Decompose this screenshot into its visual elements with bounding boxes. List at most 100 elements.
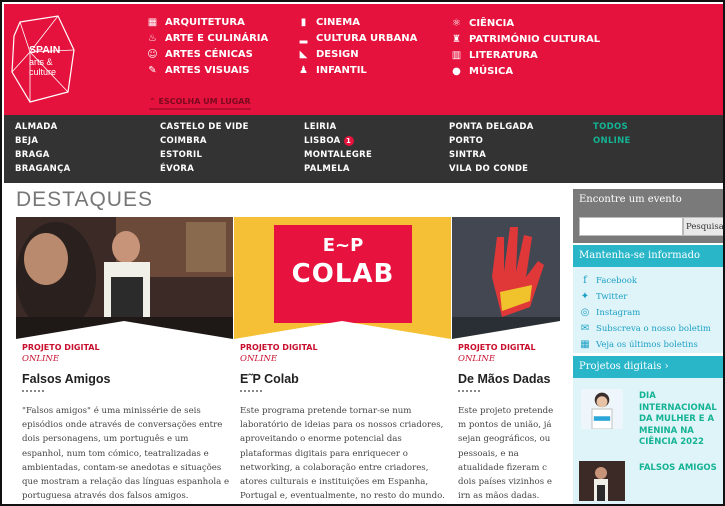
category-label: CULTURA URBANA <box>316 33 418 44</box>
child-icon: ♟ <box>299 64 308 76</box>
social-instagram-link[interactable]: ◎ Instagram <box>579 307 641 318</box>
atom-icon: ⚛ <box>452 17 461 29</box>
instagram-icon: ◎ <box>580 307 590 318</box>
city-montalegre[interactable]: MONTALEGRE <box>304 150 372 160</box>
poster-line-1: E~P <box>322 235 364 256</box>
category-arte-culinaria[interactable]: ♨ ARTE E CULINÁRIA <box>147 33 268 44</box>
city-ponta-delgada[interactable]: PONTA DELGADA <box>449 122 534 132</box>
card-sub: ONLINE <box>458 354 496 364</box>
social-label: Instagram <box>596 307 641 318</box>
city-braga[interactable]: BRAGA <box>15 150 50 160</box>
category-label: LITERATURA <box>469 50 538 61</box>
choose-place-toggle[interactable]: ⌃ ESCOLHA UM LUGAR <box>149 97 251 110</box>
category-patrimonio-cultural[interactable]: ♜ PATRIMÓNIO CULTURAL <box>451 34 600 45</box>
logo-text-culture: culture <box>29 67 57 77</box>
city-sintra[interactable]: SINTRA <box>449 150 486 160</box>
category-artes-visuais[interactable]: ✎ ARTES VISUAIS <box>147 65 249 76</box>
spain-arts-culture-logo[interactable]: SPAIN arts & culture <box>10 12 76 104</box>
category-musica[interactable]: ● MÚSICA <box>451 66 513 77</box>
city-coimbra[interactable]: COIMBRA <box>160 136 207 146</box>
city-palmela[interactable]: PALMELA <box>304 164 350 174</box>
category-cinema[interactable]: ▮ CINEMA <box>298 17 360 28</box>
poster-line-2: COLAB <box>291 259 395 289</box>
card-description: "Falsos amigos" é uma minissérie de seis… <box>22 406 230 502</box>
search-button[interactable]: Pesquisar <box>683 217 723 236</box>
city-menu: ALMADA BEJA BRAGA BRAGANÇA CASTELO DE VI… <box>4 115 723 183</box>
category-label: ARTE E CULINÁRIA <box>165 33 269 44</box>
envelope-icon: ✉ <box>580 323 590 334</box>
category-cultura-urbana[interactable]: ▂ CULTURA URBANA <box>298 32 418 44</box>
project-title[interactable]: DIA INTERNACIONAL DA MULHER E A MENINA N… <box>639 391 723 449</box>
city-leiria[interactable]: LEIRIA <box>304 122 336 132</box>
card-tag: PROJETO DIGITAL <box>240 343 318 352</box>
category-label: DESIGN <box>316 49 359 60</box>
women-in-science-thumbnail[interactable] <box>579 389 625 429</box>
choose-place-label: ESCOLHA UM LUGAR <box>158 97 251 106</box>
category-artes-cenicas[interactable]: ☺ ARTES CÉNICAS <box>147 49 253 60</box>
city-castelo-de-vide[interactable]: CASTELO DE VIDE <box>160 122 249 132</box>
category-label: MÚSICA <box>469 66 514 77</box>
book-icon: ▥ <box>451 49 462 61</box>
logo-text-arts: arts & <box>29 57 53 67</box>
facebook-icon: f <box>583 275 587 286</box>
category-label: ARQUITETURA <box>165 17 245 28</box>
city-lisboa-label: LISBOA <box>304 136 341 146</box>
social-facebook-link[interactable]: f Facebook <box>579 275 637 286</box>
project-title[interactable]: FALSOS AMIGOS <box>639 463 723 475</box>
card-tag: PROJETO DIGITAL <box>22 343 100 352</box>
card-title[interactable]: De Mãos Dadas <box>458 372 550 386</box>
social-label: Facebook <box>596 275 638 286</box>
card-sub: ONLINE <box>240 354 278 364</box>
divider <box>22 390 44 392</box>
monument-icon: ♜ <box>452 33 461 45</box>
city-beja[interactable]: BEJA <box>15 136 38 146</box>
category-design[interactable]: ◣ DESIGN <box>298 49 359 60</box>
city-lisboa[interactable]: LISBOA 1 <box>304 136 354 146</box>
card-description: Este programa pretende tornar-se num lab… <box>240 406 445 502</box>
newsletter-archive-link[interactable]: ▦ Veja os últimos boletins <box>579 339 698 350</box>
event-search-input[interactable] <box>579 217 683 236</box>
sneaker-icon: ▂ <box>299 32 308 44</box>
top-navigation: SPAIN arts & culture ▦ ARQUITETURA ♨ ARTE … <box>4 4 723 115</box>
category-infantil[interactable]: ♟ INFANTIL <box>298 65 367 76</box>
logo-text-spain: SPAIN <box>29 44 61 56</box>
card-tag: PROJETO DIGITAL <box>458 343 536 352</box>
card-title[interactable]: Falsos Amigos <box>22 372 110 386</box>
city-almada[interactable]: ALMADA <box>15 122 57 132</box>
category-literatura[interactable]: ▥ LITERATURA <box>451 50 538 61</box>
falsos-amigos-thumbnail[interactable] <box>579 461 625 501</box>
category-ciencia[interactable]: ⚛ CIÊNCIA <box>451 18 514 29</box>
city-vila-do-conde[interactable]: VILA DO CONDE <box>449 164 528 174</box>
digital-projects-header[interactable]: Projetos digitais › <box>573 356 723 378</box>
building-icon: ▦ <box>147 16 158 28</box>
card-description: Este projeto pretende m pontos de união,… <box>458 406 554 502</box>
twitter-icon: ✦ <box>580 291 590 302</box>
city-estoril[interactable]: ESTORIL <box>160 150 202 160</box>
category-arquitetura[interactable]: ▦ ARQUITETURA <box>147 17 245 28</box>
stay-informed-header: Mantenha-se informado <box>573 245 723 267</box>
card-title[interactable]: E˜P Colab <box>240 372 299 386</box>
lisboa-count-badge: 1 <box>343 136 354 146</box>
category-label: CIÊNCIA <box>469 18 515 29</box>
city-todos[interactable]: TODOS <box>593 122 628 132</box>
music-icon: ● <box>452 65 461 77</box>
category-label: ARTES CÉNICAS <box>165 49 253 60</box>
chef-hat-icon: ♨ <box>148 32 157 44</box>
section-title: DESTAQUES <box>16 188 153 211</box>
social-label: Veja os últimos boletins <box>596 339 698 350</box>
city-evora[interactable]: ÉVORA <box>160 164 194 174</box>
category-label: INFANTIL <box>316 65 367 76</box>
category-label: ARTES VISUAIS <box>165 65 250 76</box>
category-label: CINEMA <box>316 17 360 28</box>
divider <box>458 390 480 392</box>
film-icon: ▮ <box>300 16 307 28</box>
find-event-header: Encontre um evento <box>573 189 723 211</box>
card-sub: ONLINE <box>22 354 60 364</box>
newsletter-subscribe-link[interactable]: ✉ Subscreva o nosso boletim <box>579 323 711 334</box>
theater-masks-icon: ☺ <box>147 48 158 60</box>
category-label: PATRIMÓNIO CULTURAL <box>469 34 601 45</box>
city-online[interactable]: ONLINE <box>593 136 631 146</box>
city-porto[interactable]: PORTO <box>449 136 483 146</box>
social-twitter-link[interactable]: ✦ Twitter <box>579 291 628 302</box>
city-braganca[interactable]: BRAGANÇA <box>15 164 71 174</box>
